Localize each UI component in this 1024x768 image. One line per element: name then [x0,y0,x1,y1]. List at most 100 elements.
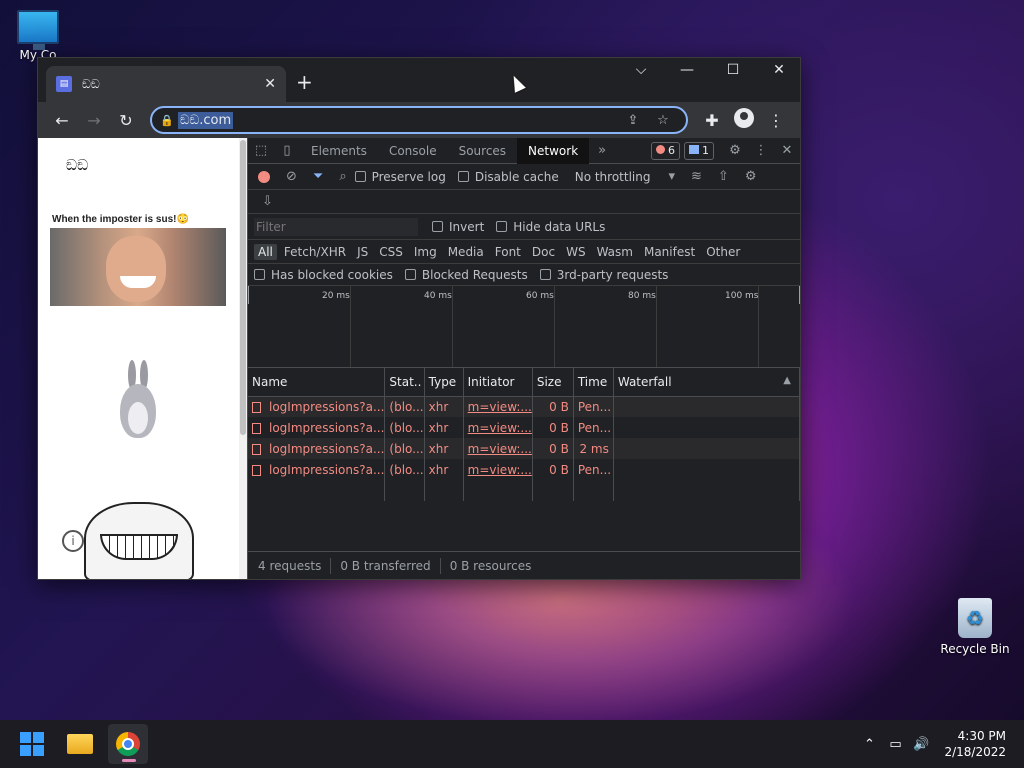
tab-console[interactable]: Console [378,138,448,164]
messages-badge[interactable]: 1 [684,141,714,160]
search-icon[interactable]: ⌕ [339,169,346,184]
disable-cache-checkbox[interactable]: Disable cache [457,170,559,184]
close-tab-icon[interactable]: ✕ [264,76,276,92]
speaker-icon[interactable]: 🔊 [908,737,934,752]
tab-elements[interactable]: Elements [300,138,378,164]
chevron-down-icon[interactable]: ▾ [668,169,675,184]
type-filter-css[interactable]: CSS [375,244,407,260]
devtools-menu-kebab-icon[interactable]: ⋮ [748,143,774,158]
has-blocked-cookies-checkbox[interactable]: Has blocked cookies [254,268,393,282]
new-tab-button[interactable]: + [296,70,313,94]
folder-icon [67,734,93,754]
tab-network[interactable]: Network [517,137,590,164]
menu-kebab-icon[interactable]: ⋮ [760,111,792,130]
title-bar[interactable]: ▤ ඞඞ ✕ + ⌵ — ☐ ✕ [38,58,800,102]
export-har-icon[interactable]: ⇩ [262,194,273,209]
type-filter-all[interactable]: All [254,243,277,260]
type-filter-other[interactable]: Other [702,244,744,260]
device-toolbar-icon[interactable]: ▯ [274,143,300,158]
clear-icon[interactable]: ⊘ [286,169,297,184]
requests-count: 4 requests [258,558,322,573]
close-devtools-icon[interactable]: ✕ [774,143,800,158]
initiator-link[interactable]: m=view:... [463,396,533,417]
maximize-button[interactable]: ☐ [710,62,756,78]
desktop-icon-my-computer[interactable]: My Co [0,10,76,62]
initiator-link[interactable]: m=view:... [463,438,533,459]
extensions-puzzle-icon[interactable]: ✚ [696,111,728,130]
share-icon[interactable]: ⇪ [618,113,648,128]
type-filter-row: All Fetch/XHR JS CSS Img Media Font Doc … [248,240,800,264]
start-button[interactable] [12,724,52,764]
type-filter-wasm[interactable]: Wasm [593,244,637,260]
type-filter-manifest[interactable]: Manifest [640,244,699,260]
filter-row: Filter Invert Hide data URLs [248,214,800,240]
network-icon[interactable]: ▭ [882,737,908,752]
clock[interactable]: 4:30 PM 2/18/2022 [934,728,1024,760]
address-bar[interactable]: 🔒 ඞඞ.com ⇪ ☆ [150,106,688,134]
chrome-icon [116,732,140,756]
desktop-icon-recycle-bin[interactable]: ♻ Recycle Bin [937,598,1013,656]
settings-gear-icon[interactable]: ⚙ [722,143,748,158]
initiator-link[interactable]: m=view:... [463,459,533,480]
document-icon [252,422,261,434]
type-filter-doc[interactable]: Doc [528,244,559,260]
timeline-tick-label: 20 ms [322,291,350,301]
hide-data-urls-checkbox[interactable]: Hide data URLs [496,220,605,234]
network-settings-gear-icon[interactable]: ⚙ [745,169,757,184]
type-filter-js[interactable]: JS [353,244,372,260]
column-header-size[interactable]: Size [532,368,574,397]
filter-funnel-icon[interactable]: ⏷ [313,169,323,184]
desktop-icon-label: Recycle Bin [940,642,1010,656]
troll-face-image [84,502,194,579]
browser-tab[interactable]: ▤ ඞඞ ✕ [46,66,286,102]
blocked-requests-checkbox[interactable]: Blocked Requests [404,268,528,282]
table-row[interactable]: logImpressions?a... (blo... xhr m=view:.… [248,459,801,480]
third-party-requests-checkbox[interactable]: 3rd-party requests [539,268,668,282]
type-filter-ws[interactable]: WS [562,244,589,260]
more-tabs-chevron-icon[interactable]: » [589,143,615,158]
table-row[interactable]: logImpressions?a... (blo... xhr m=view:.… [248,396,801,417]
column-header-waterfall[interactable]: Waterfall ▲ [613,368,801,397]
lock-icon[interactable]: 🔒 [160,114,178,127]
type-filter-media[interactable]: Media [444,244,488,260]
throttling-select[interactable]: No throttling [575,170,651,184]
filter-input[interactable]: Filter [254,217,418,236]
type-filter-font[interactable]: Font [491,244,525,260]
column-header-time[interactable]: Time [573,368,614,397]
invert-checkbox[interactable]: Invert [432,220,484,234]
column-header-status[interactable]: Stat.. [384,368,425,397]
taskbar: ⌃ ▭ 🔊 4:30 PM 2/18/2022 [0,720,1024,768]
network-conditions-icon[interactable]: ≋ [691,169,702,184]
back-arrow-icon[interactable]: ← [46,111,78,130]
timeline-overview[interactable]: 20 ms 40 ms 60 ms 80 ms 100 ms [248,286,800,368]
column-header-type[interactable]: Type [424,368,464,397]
web-page[interactable]: ඞඞ When the imposter is sus!😳 i [38,138,247,579]
blocked-filter-row: Has blocked cookies Blocked Requests 3rd… [248,264,800,286]
profile-avatar-icon[interactable] [728,108,760,132]
errors-badge[interactable]: 6 [651,141,680,160]
type-filter-fetch-xhr[interactable]: Fetch/XHR [280,244,350,260]
close-window-button[interactable]: ✕ [756,62,802,78]
initiator-link[interactable]: m=view:... [463,417,533,438]
tab-search-button[interactable]: ⌵ [618,62,664,78]
chrome-taskbar-button[interactable] [108,724,148,764]
minimize-button[interactable]: — [664,62,710,78]
import-har-icon[interactable]: ⇧ [718,169,729,184]
forward-arrow-icon[interactable]: → [78,111,110,130]
table-row[interactable]: logImpressions?a... (blo... xhr m=view:.… [248,438,801,459]
info-icon[interactable]: i [62,530,84,552]
url-text[interactable]: ඞඞ.com [178,111,234,129]
file-explorer-button[interactable] [60,724,100,764]
column-header-initiator[interactable]: Initiator [463,368,533,397]
preserve-log-checkbox[interactable]: Preserve log [354,170,446,184]
inspect-element-icon[interactable]: ⬚ [248,143,274,158]
star-icon[interactable]: ☆ [648,113,678,128]
column-header-name[interactable]: Name [248,368,386,397]
type-filter-img[interactable]: Img [410,244,441,260]
reload-icon[interactable]: ↻ [110,111,142,130]
chevron-up-icon[interactable]: ⌃ [856,737,882,752]
page-scrollbar[interactable] [239,138,247,579]
table-row[interactable]: logImpressions?a... (blo... xhr m=view:.… [248,417,801,438]
tab-sources[interactable]: Sources [448,138,517,164]
record-icon[interactable] [258,170,270,183]
